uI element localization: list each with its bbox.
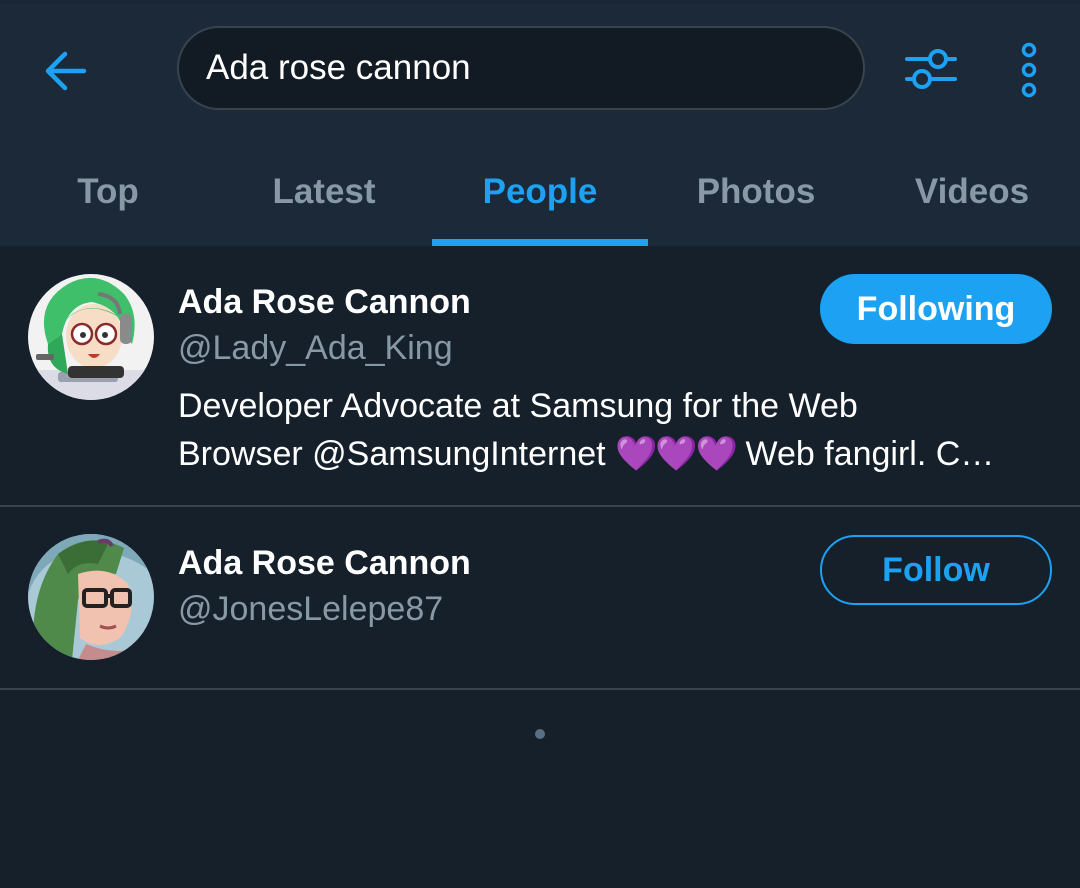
bio-text: Browser @SamsungInternet: [178, 435, 616, 473]
tab-photos[interactable]: Photos: [648, 148, 864, 246]
loading-indicator: [535, 729, 545, 739]
tab-people[interactable]: People: [432, 148, 648, 246]
sliders-icon: [905, 49, 957, 89]
search-filter-button[interactable]: [900, 40, 962, 100]
tab-latest[interactable]: Latest: [216, 148, 432, 246]
avatar[interactable]: [28, 274, 154, 400]
arrow-left-icon: [45, 51, 87, 91]
status-bar-edge: [0, 0, 1080, 4]
cartoon-avatar-image: [28, 274, 154, 400]
tab-label: Videos: [914, 172, 1030, 211]
user-result-row[interactable]: Ada Rose Cannon @JonesLelepe87 Follow: [0, 507, 1080, 690]
tab-label: People: [482, 172, 598, 211]
more-options-button[interactable]: [1008, 40, 1050, 100]
user-result-row[interactable]: Ada Rose Cannon @Lady_Ada_King Developer…: [0, 246, 1080, 507]
tab-label: Top: [77, 172, 139, 211]
tab-top[interactable]: Top: [0, 148, 216, 246]
display-name[interactable]: Ada Rose Cannon: [178, 283, 471, 322]
app-header: Top Latest People Photos Videos: [0, 0, 1080, 246]
bio-line: Browser @SamsungInternet 💜💜💜 Web fangirl…: [178, 430, 1058, 478]
search-field[interactable]: [177, 26, 865, 110]
bio-text: Web fangirl. C…: [736, 435, 995, 473]
display-name[interactable]: Ada Rose Cannon: [178, 544, 471, 583]
back-button[interactable]: [38, 44, 92, 98]
tab-videos[interactable]: Videos: [864, 148, 1080, 246]
purple-heart-emoji: 💜💜💜: [615, 435, 738, 473]
search-input[interactable]: [179, 48, 863, 88]
avatar[interactable]: [28, 534, 154, 660]
username-handle[interactable]: @Lady_Ada_King: [178, 329, 453, 368]
tab-label: Photos: [696, 172, 816, 211]
tab-label: Latest: [272, 172, 376, 211]
illustrated-avatar-image: [28, 534, 154, 660]
search-tabs: Top Latest People Photos Videos: [0, 148, 1080, 246]
following-button[interactable]: Following: [820, 274, 1052, 344]
username-handle[interactable]: @JonesLelepe87: [178, 590, 443, 629]
user-bio: Developer Advocate at Samsung for the We…: [178, 382, 1058, 478]
active-tab-indicator: [432, 239, 648, 246]
vertical-dots-icon: [1021, 42, 1037, 98]
bio-line: Developer Advocate at Samsung for the We…: [178, 387, 858, 425]
follow-button[interactable]: Follow: [820, 535, 1052, 605]
